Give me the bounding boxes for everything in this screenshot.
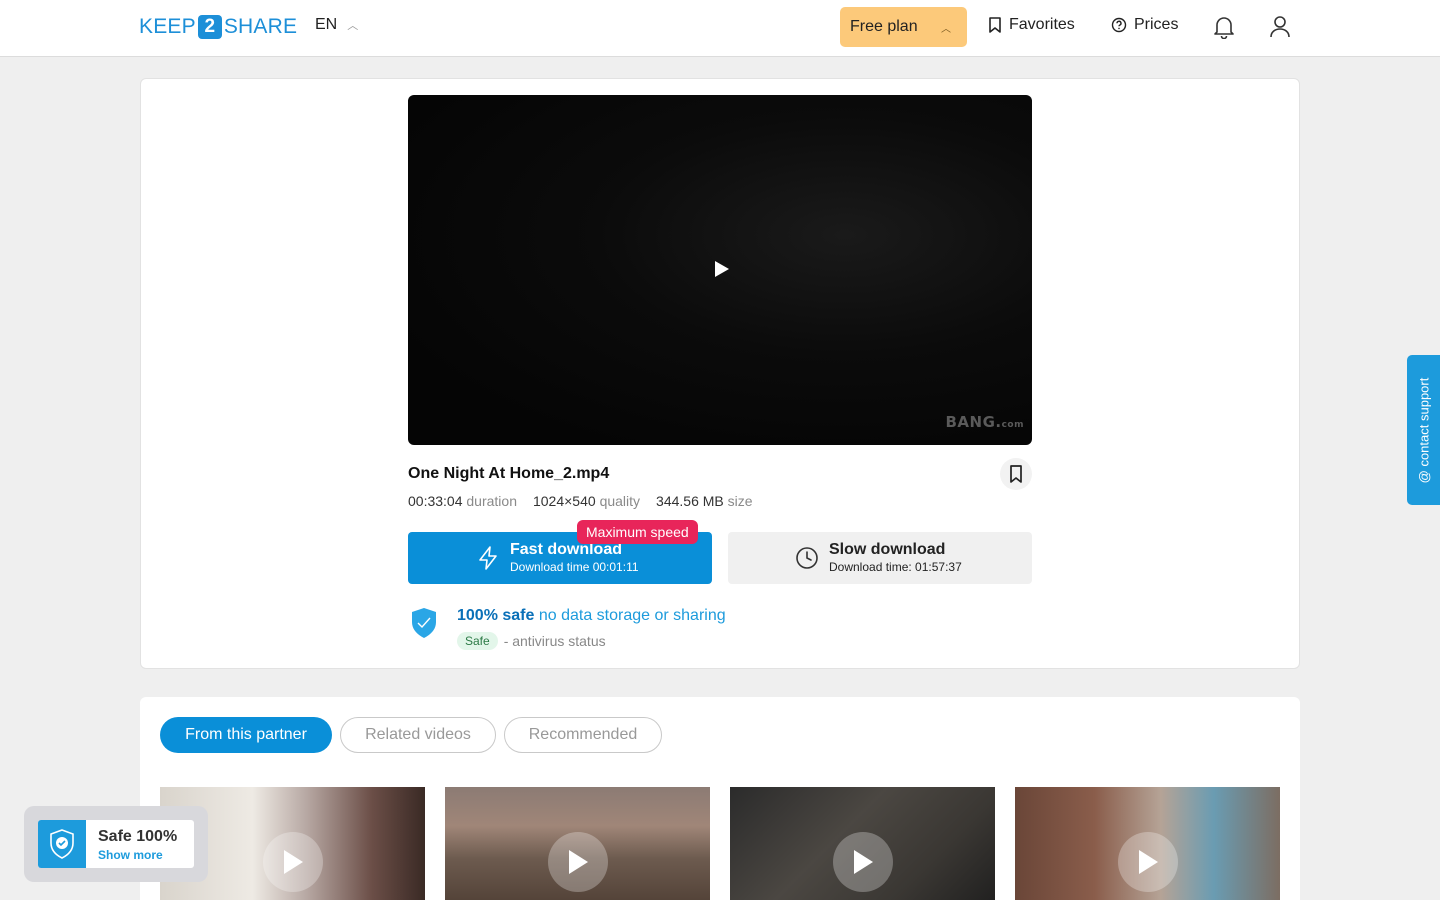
tab-recommended[interactable]: Recommended <box>504 717 662 753</box>
duration: 00:33:04 duration <box>408 493 517 509</box>
tab-from-this-partner[interactable]: From this partner <box>160 717 332 753</box>
bell-icon[interactable] <box>1213 15 1235 39</box>
play-icon <box>1139 850 1158 874</box>
duration-value: 00:33:04 <box>408 493 463 509</box>
language-selector[interactable]: EN ︿ <box>315 16 358 34</box>
shield-check-icon <box>50 829 74 859</box>
video-thumbnail[interactable] <box>445 787 710 900</box>
quality-value: 1024×540 <box>532 493 596 509</box>
safe-widget-title: Safe 100% <box>98 828 178 845</box>
play-icon[interactable] <box>714 260 730 278</box>
video-thumbnail[interactable] <box>730 787 995 900</box>
safe-widget[interactable]: Safe 100% Show more <box>38 820 194 868</box>
antivirus-status: Safe - antivirus status <box>457 632 606 650</box>
slow-download-title: Slow download <box>829 541 946 558</box>
logo-two: 2 <box>197 15 222 39</box>
favorites-link[interactable]: Favorites <box>988 16 1075 34</box>
top-header: KEEP 2 SHARE EN ︿ Free plan ︿ Favorites … <box>0 0 1440 57</box>
show-more-link[interactable]: Show more <box>98 848 163 862</box>
slow-download-time: Download time: 01:57:37 <box>829 560 962 574</box>
bookmark-button[interactable] <box>1000 458 1032 490</box>
max-speed-badge: Maximum speed <box>577 520 698 544</box>
safety-statement: 100% safe no data storage or sharing <box>457 607 726 625</box>
size-value: 344.56 MB <box>656 493 724 509</box>
play-icon <box>854 850 873 874</box>
safety-bold: 100% safe <box>457 607 535 624</box>
safe-widget-shield <box>38 820 86 868</box>
question-circle-icon <box>1111 17 1127 33</box>
bookmark-icon <box>989 17 1001 33</box>
play-button[interactable] <box>833 832 893 892</box>
fast-download-text: Fast download Download time 00:01:11 <box>510 541 639 575</box>
prices-link[interactable]: Prices <box>1111 16 1178 34</box>
play-icon <box>284 850 303 874</box>
watermark-text: BANG. <box>945 413 1002 431</box>
play-button[interactable] <box>1118 832 1178 892</box>
lightning-icon <box>479 546 497 570</box>
contact-support-tab[interactable]: @ contact support <box>1407 355 1440 505</box>
quality-label: quality <box>599 493 641 509</box>
slow-download-text: Slow download Download time: 01:57:37 <box>829 541 962 575</box>
free-plan-button[interactable]: Free plan ︿ <box>840 7 967 47</box>
safe-pill: Safe <box>457 632 498 650</box>
plan-label: Free plan <box>850 18 918 35</box>
watermark-suffix: com <box>1001 420 1024 430</box>
bookmark-icon <box>1010 465 1022 483</box>
video-thumbnail[interactable] <box>1015 787 1280 900</box>
chevron-up-icon: ︿ <box>941 23 951 35</box>
contact-support-label: @ contact support <box>1416 377 1432 483</box>
logo-keep: KEEP <box>139 15 196 38</box>
keep2share-logo[interactable]: KEEP 2 SHARE <box>139 14 297 40</box>
language-label: EN <box>315 16 338 33</box>
slow-download-button[interactable]: Slow download Download time: 01:57:37 <box>728 532 1032 584</box>
quality: 1024×540 quality <box>533 493 640 509</box>
play-button[interactable] <box>263 832 323 892</box>
video-watermark: BANG.com <box>945 413 1024 431</box>
prices-label: Prices <box>1134 16 1179 33</box>
clock-icon <box>796 547 818 569</box>
tab-related-videos[interactable]: Related videos <box>340 717 496 753</box>
safety-text[interactable]: no data storage or sharing <box>539 607 726 624</box>
chevron-up-icon: ︿ <box>347 20 359 32</box>
shield-check-icon <box>412 608 436 638</box>
antivirus-label: - antivirus status <box>503 633 606 649</box>
user-icon[interactable] <box>1269 15 1291 39</box>
duration-label: duration <box>466 493 517 509</box>
play-icon <box>569 850 588 874</box>
file-title: One Night At Home_2.mp4 <box>408 465 610 482</box>
favorites-label: Favorites <box>1009 16 1075 33</box>
play-button[interactable] <box>548 832 608 892</box>
fast-download-time: Download time 00:01:11 <box>510 560 639 574</box>
size-label: size <box>727 493 753 509</box>
size: 344.56 MB size <box>656 493 753 509</box>
logo-share: SHARE <box>223 15 298 38</box>
file-meta: 00:33:04 duration 1024×540 quality 344.5… <box>408 493 753 509</box>
